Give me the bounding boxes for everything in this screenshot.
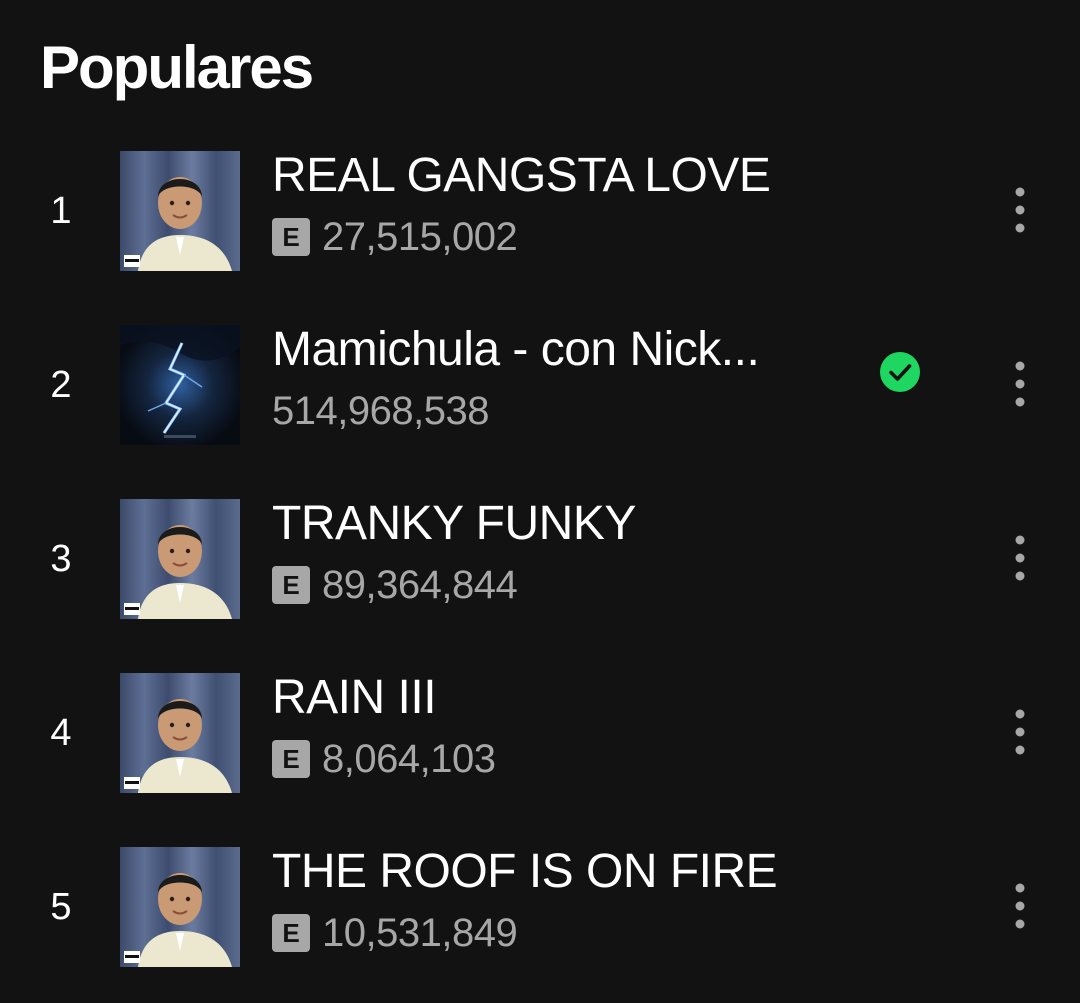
track-row[interactable]: 1 REAL GANGSTA LOVE E 27,515,002 — [0, 138, 1080, 312]
track-row[interactable]: 5 THE ROOF IS ON FIRE E 10,531,849 — [0, 834, 1080, 1003]
more-vertical-icon[interactable] — [995, 178, 1045, 242]
play-count: 514,968,538 — [272, 388, 489, 433]
track-title: TRANKY FUNKY — [272, 497, 636, 550]
explicit-badge: E — [272, 914, 310, 952]
play-count: 89,364,844 — [322, 562, 518, 607]
play-count: 27,515,002 — [322, 214, 518, 259]
more-vertical-icon[interactable] — [995, 526, 1045, 590]
track-info: Mamichula - con Nick... 514,968,538 — [272, 320, 872, 436]
track-info: REAL GANGSTA LOVE E 27,515,002 — [272, 146, 872, 262]
track-rank: 2 — [50, 364, 72, 406]
track-rank: 3 — [50, 538, 72, 580]
check-circle-icon[interactable] — [880, 352, 920, 392]
track-title: Mamichula - con Nick... — [272, 323, 760, 376]
more-vertical-icon[interactable] — [995, 352, 1045, 416]
more-vertical-icon[interactable] — [995, 874, 1045, 938]
track-list: 1 REAL GANGSTA LOVE E 27,515,002 2 Mamic… — [0, 138, 1080, 1003]
track-rank: 1 — [50, 190, 72, 232]
track-meta: E 89,364,844 — [272, 560, 872, 610]
track-meta: E 10,531,849 — [272, 908, 872, 958]
track-rank: 5 — [50, 886, 72, 928]
track-meta: E 27,515,002 — [272, 212, 872, 262]
more-vertical-icon[interactable] — [995, 700, 1045, 764]
popular-tracks-section: Populares 1 REAL GANGSTA LOVE E 27,515,0… — [0, 0, 1080, 1003]
play-count: 10,531,849 — [322, 910, 518, 955]
track-info: RAIN III E 8,064,103 — [272, 668, 872, 784]
explicit-badge: E — [272, 218, 310, 256]
track-title: RAIN III — [272, 671, 437, 724]
track-row[interactable]: 3 TRANKY FUNKY E 89,364,844 — [0, 486, 1080, 660]
track-meta: E 8,064,103 — [272, 734, 872, 784]
explicit-badge: E — [272, 740, 310, 778]
album-cover — [120, 151, 240, 271]
album-cover — [120, 673, 240, 793]
album-cover — [120, 499, 240, 619]
track-title: THE ROOF IS ON FIRE — [272, 845, 778, 898]
explicit-badge: E — [272, 566, 310, 604]
track-meta: 514,968,538 — [272, 386, 872, 436]
track-row[interactable]: 4 RAIN III E 8,064,103 — [0, 660, 1080, 834]
track-title: REAL GANGSTA LOVE — [272, 149, 771, 202]
play-count: 8,064,103 — [322, 736, 496, 781]
track-info: TRANKY FUNKY E 89,364,844 — [272, 494, 872, 610]
track-row[interactable]: 2 Mamichula - con Nick... 514,968,538 — [0, 312, 1080, 486]
track-info: THE ROOF IS ON FIRE E 10,531,849 — [272, 842, 872, 958]
album-cover — [120, 325, 240, 445]
album-cover — [120, 847, 240, 967]
section-title: Populares — [40, 34, 314, 101]
track-rank: 4 — [50, 712, 72, 754]
